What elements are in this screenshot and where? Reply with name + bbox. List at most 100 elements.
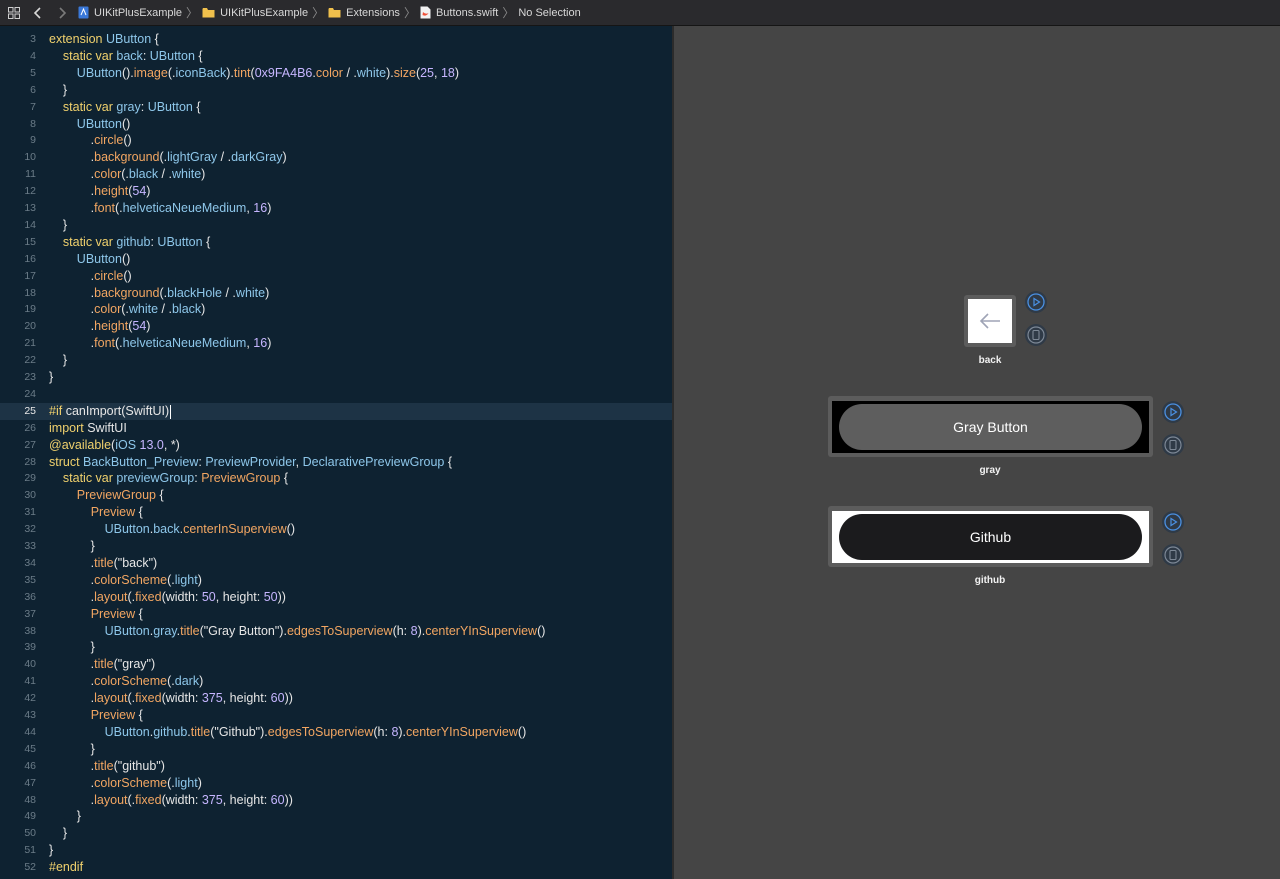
code-text: import SwiftUI — [49, 420, 127, 437]
code-editor[interactable]: 3 extension UButton {4 static var back: U… — [0, 26, 672, 879]
line-number: 25 — [24, 404, 36, 417]
code-line[interactable]: 25 #if canImport(SwiftUI) — [0, 402, 672, 420]
code-token: () — [123, 268, 132, 283]
breadcrumb-project[interactable]: UIKitPlusExample — [78, 6, 182, 19]
breadcrumb: UIKitPlusExample 〉 UIKitPlusExample 〉 Ex… — [78, 4, 581, 21]
code-token: font — [94, 201, 116, 215]
code-line[interactable]: 11 .color(.black / .white) — [0, 166, 672, 183]
code-line[interactable]: 15 static var github: UButton { — [0, 234, 672, 251]
code-line[interactable]: 5 UButton().image(.iconBack).tint(0x9FA4… — [0, 65, 672, 82]
breadcrumb-selection[interactable]: No Selection — [518, 7, 580, 19]
code-line[interactable]: 4 static var back: UButton { — [0, 48, 672, 65]
code-line[interactable]: 14 } — [0, 217, 672, 234]
github-button[interactable]: Github — [839, 514, 1142, 560]
code-line[interactable]: 12 .height(54) — [0, 183, 672, 200]
code-token: BackButton_Preview — [83, 454, 199, 469]
gray-preview-frame[interactable]: Gray Button — [828, 396, 1153, 457]
code-line[interactable]: 42 .layout(.fixed(width: 375, height: 60… — [0, 690, 672, 707]
code-line[interactable]: 9 .circle() — [0, 132, 672, 149]
breadcrumb-folder[interactable]: Extensions — [328, 7, 400, 19]
code-text: } — [49, 217, 67, 234]
preview-on-device-button[interactable] — [1162, 544, 1184, 566]
gray-button[interactable]: Gray Button — [839, 404, 1142, 450]
code-line[interactable]: 50 } — [0, 825, 672, 842]
preview-on-device-button[interactable] — [1025, 324, 1047, 346]
code-line[interactable]: 7 static var gray: UButton { — [0, 99, 672, 116]
preview-canvas: back Gray Button gray Github github — [674, 26, 1280, 879]
code-token: fixed — [135, 792, 162, 807]
code-line[interactable]: 27 @available(iOS 13.0, *) — [0, 437, 672, 454]
code-token: back — [116, 48, 143, 63]
back-preview-frame[interactable] — [964, 295, 1016, 347]
code-line[interactable]: 43 Preview { — [0, 707, 672, 724]
code-line[interactable]: 33 } — [0, 538, 672, 555]
play-icon — [1164, 513, 1182, 531]
code-token: 13.0 — [139, 437, 164, 452]
code-token: . — [49, 792, 95, 807]
code-text: struct BackButton_Preview: PreviewProvid… — [49, 454, 452, 471]
code-line[interactable]: 19 .color(.white / .black) — [0, 301, 672, 318]
code-line[interactable]: 41 .colorScheme(.dark) — [0, 673, 672, 690]
code-line[interactable]: 40 .title("gray") — [0, 656, 672, 673]
code-line[interactable]: 29 static var previewGroup: PreviewGroup… — [0, 470, 672, 487]
code-line[interactable]: 47 .colorScheme(.light) — [0, 775, 672, 792]
code-line[interactable]: 32 UButton.back.centerInSuperview() — [0, 521, 672, 538]
code-line[interactable]: 26 import SwiftUI — [0, 420, 672, 437]
code-token: } — [49, 82, 68, 97]
code-line[interactable]: 3 extension UButton { — [0, 31, 672, 48]
code-line[interactable]: 30 PreviewGroup { — [0, 487, 672, 504]
code-line[interactable]: 48 .layout(.fixed(width: 375, height: 60… — [0, 792, 672, 809]
code-line[interactable]: 21 .font(.helveticaNeueMedium, 16) — [0, 335, 672, 352]
live-preview-button[interactable] — [1025, 291, 1047, 313]
code-line[interactable]: 46 .title("github") — [0, 758, 672, 775]
code-text: } — [49, 82, 67, 99]
code-line[interactable]: 28 struct BackButton_Preview: PreviewProv… — [0, 454, 672, 471]
code-line[interactable]: 49 } — [0, 808, 672, 825]
code-line[interactable]: 23} — [0, 369, 672, 386]
line-number: 49 — [24, 810, 36, 823]
code-line[interactable]: 44 UButton.github.title("Github").edgesT… — [0, 724, 672, 741]
github-preview-frame[interactable]: Github — [828, 506, 1153, 567]
code-token: (. — [127, 691, 136, 706]
code-line[interactable]: 37 Preview { — [0, 606, 672, 623]
code-line[interactable]: 17 .circle() — [0, 268, 672, 285]
code-token: static var — [62, 48, 117, 63]
code-line[interactable]: 52 #endif — [0, 859, 672, 876]
line-number: 6 — [30, 83, 36, 96]
grid-icon[interactable] — [4, 3, 24, 23]
preview-on-device-button[interactable] — [1162, 434, 1184, 456]
code-line[interactable]: 38 UButton.gray.title("Gray Button").edg… — [0, 623, 672, 640]
code-token: / . — [217, 150, 232, 165]
forward-arrow-icon[interactable] — [52, 3, 72, 23]
code-token: 0x9FA4B6 — [254, 65, 313, 80]
code-line[interactable]: 8 UButton() — [0, 116, 672, 133]
code-token: black — [128, 167, 159, 182]
device-icon — [1164, 436, 1182, 454]
code-line[interactable]: 34 .title("back") — [0, 555, 672, 572]
back-arrow-icon[interactable] — [28, 3, 48, 23]
code-line[interactable]: 22 } — [0, 352, 672, 369]
code-line[interactable]: 24 — [0, 386, 672, 403]
code-line[interactable]: 16 UButton() — [0, 251, 672, 268]
chevron-right-icon: 〉 — [502, 6, 515, 20]
code-line[interactable]: 36 .layout(.fixed(width: 50, height: 50)… — [0, 589, 672, 606]
code-line[interactable]: 6 } — [0, 82, 672, 99]
code-line[interactable]: 31 Preview { — [0, 504, 672, 521]
code-line[interactable]: 35 .colorScheme(.light) — [0, 572, 672, 589]
code-token: ("github") — [113, 758, 165, 773]
code-token: ) — [146, 319, 151, 334]
breadcrumb-group[interactable]: UIKitPlusExample — [202, 7, 308, 19]
code-line[interactable]: 13 .font(.helveticaNeueMedium, 16) — [0, 200, 672, 217]
line-number: 19 — [24, 303, 36, 316]
code-line[interactable]: 20 .height(54) — [0, 318, 672, 335]
code-line[interactable]: 39 } — [0, 639, 672, 656]
breadcrumb-file[interactable]: Buttons.swift — [420, 6, 498, 19]
live-preview-button[interactable] — [1162, 511, 1184, 533]
code-line[interactable]: 10 .background(.lightGray / .darkGray) — [0, 149, 672, 166]
code-line[interactable]: 18 .background(.blackHole / .white) — [0, 285, 672, 302]
code-line[interactable]: 51} — [0, 842, 672, 859]
live-preview-button[interactable] — [1162, 401, 1184, 423]
code-line[interactable]: 45 } — [0, 741, 672, 758]
